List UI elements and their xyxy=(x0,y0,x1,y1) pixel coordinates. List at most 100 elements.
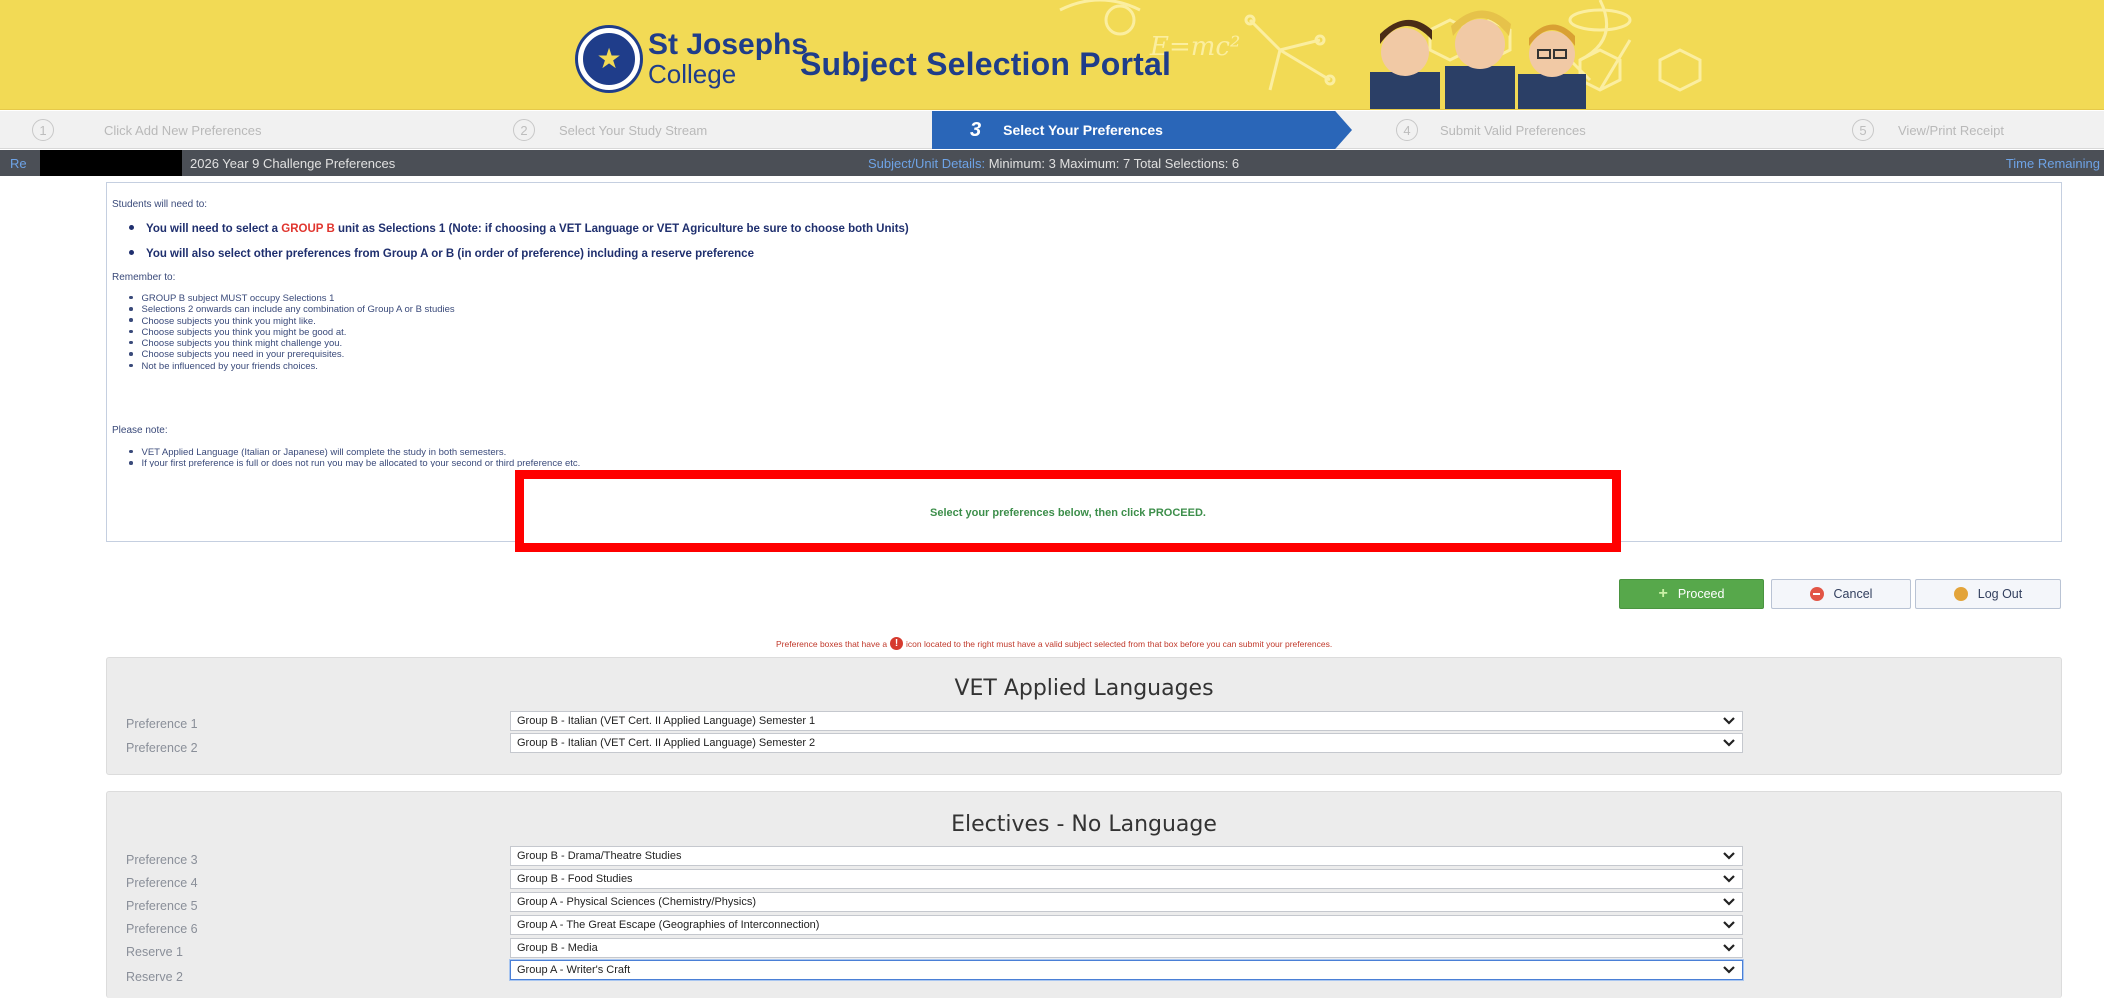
preference-label: Reserve 1 xyxy=(126,945,183,959)
warning-icon: ! xyxy=(890,637,904,650)
group-b-highlight: GROUP B xyxy=(281,223,335,235)
step-label: Select Your Study Stream xyxy=(559,122,708,138)
step-number: 3 xyxy=(970,118,982,141)
list-item: GROUP B subject MUST occupy Selections 1 xyxy=(129,293,455,304)
proceed-button[interactable]: + Proceed xyxy=(1619,579,1764,609)
panel-vet-applied-languages: VET Applied Languages Preference 1 Group… xyxy=(106,657,2062,775)
preference-3-select[interactable]: Group B - Drama/Theatre Studies xyxy=(510,846,1743,866)
reserve-1-select[interactable]: Group B - Media xyxy=(510,938,1743,958)
list-item: If your first preference is full or does… xyxy=(129,458,580,467)
preferences-title: 2026 Year 9 Challenge Preferences xyxy=(190,156,396,171)
instruction-text: You will also select other preferences f… xyxy=(146,248,754,260)
list-item: Choose subjects you need in your prerequ… xyxy=(129,349,455,360)
panel-title: Electives - No Language xyxy=(951,812,1217,837)
proceed-button-label: Proceed xyxy=(1677,587,1725,601)
chevron-down-icon xyxy=(1723,921,1735,929)
panel-title: VET Applied Languages xyxy=(954,676,1214,701)
bullet xyxy=(129,225,134,231)
list-item: Choose subjects you think you might like… xyxy=(129,316,455,327)
preference-5-select[interactable]: Group A - Physical Sciences (Chemistry/P… xyxy=(510,892,1743,912)
preference-4-select[interactable]: Group B - Food Studies xyxy=(510,869,1743,889)
instruction-other-preferences: You will also select other preferences f… xyxy=(129,248,754,260)
redaction-block xyxy=(40,150,182,176)
panel-electives-no-language: Electives - No Language Preference 3 Gro… xyxy=(106,791,2062,998)
preference-label: Preference 6 xyxy=(126,922,198,936)
college-crest-logo: ★ xyxy=(578,28,640,90)
chevron-down-icon xyxy=(1723,944,1735,952)
preference-1-select[interactable]: Group B - Italian (VET Cert. II Applied … xyxy=(510,711,1743,731)
step-label: Submit Valid Preferences xyxy=(1440,122,1586,138)
preference-label: Reserve 2 xyxy=(126,970,183,984)
details-value: Minimum: 3 Maximum: 7 Total Selections: … xyxy=(988,156,1240,171)
list-item: Choose subjects you think might challeng… xyxy=(129,338,455,349)
instruction-text: You will need to select a xyxy=(146,223,279,235)
preference-label: Preference 3 xyxy=(126,853,198,867)
log-out-button[interactable]: Log Out xyxy=(1915,579,2061,609)
info-bar-left-fragment: Re xyxy=(10,156,27,171)
selected-value: Group B - Media xyxy=(517,942,598,954)
subject-unit-details: Subject/Unit Details: Minimum: 3 Maximum… xyxy=(868,156,1239,171)
cancel-button-label: Cancel xyxy=(1833,587,1873,601)
college-name: St Josephs College xyxy=(648,28,809,89)
log-out-button-label: Log Out xyxy=(1977,587,2023,601)
chevron-down-icon xyxy=(1723,739,1735,747)
validation-note: Preference boxes that have a ! icon loca… xyxy=(776,637,1332,650)
preference-2-select[interactable]: Group B - Italian (VET Cert. II Applied … xyxy=(510,733,1743,753)
cancel-button[interactable]: Cancel xyxy=(1771,579,1911,609)
portal-title: Subject Selection Portal xyxy=(800,46,1172,82)
chevron-down-icon xyxy=(1723,852,1735,860)
step-1: 1 Click Add New Preferences xyxy=(32,111,262,149)
step-number: 5 xyxy=(1852,119,1874,141)
step-number: 4 xyxy=(1396,119,1418,141)
plus-icon: + xyxy=(1658,585,1668,602)
list-item: Selections 2 onwards can include any com… xyxy=(129,304,455,315)
preference-label: Preference 4 xyxy=(126,876,198,890)
preference-label: Preference 5 xyxy=(126,899,198,913)
chevron-down-icon xyxy=(1723,717,1735,725)
instruction-text: unit as Selections 1 (Note: if choosing … xyxy=(337,223,909,235)
college-name-line2: College xyxy=(648,59,737,89)
list-item: Not be influenced by your friends choice… xyxy=(129,361,455,372)
college-name-line1: St Josephs xyxy=(648,28,809,61)
validation-note-text: Preference boxes that have a xyxy=(776,638,888,649)
time-remaining-label: Time Remaining xyxy=(2005,156,2100,171)
validation-note-text: icon located to the right must have a va… xyxy=(906,638,1333,649)
chevron-down-icon xyxy=(1723,875,1735,883)
selected-value: Group A - Physical Sciences (Chemistry/P… xyxy=(517,896,757,908)
step-4: 4 Submit Valid Preferences xyxy=(1396,111,1586,149)
preference-6-select[interactable]: Group A - The Great Escape (Geographies … xyxy=(510,915,1743,935)
selected-value: Group B - Drama/Theatre Studies xyxy=(517,850,682,862)
step-2: 2 Select Your Study Stream xyxy=(513,111,707,149)
header-banner: E=mc² ★ St Josephs College Subject Selec… xyxy=(0,0,2104,110)
selected-value: Group A - Writer's Craft xyxy=(517,964,631,976)
selected-value: Group B - Italian (VET Cert. II Applied … xyxy=(517,737,816,749)
minus-circle-icon xyxy=(1809,587,1824,601)
students-illustration xyxy=(1370,10,1586,109)
step-number: 2 xyxy=(513,119,535,141)
remember-heading: Remember to: xyxy=(112,272,176,283)
logout-icon xyxy=(1953,587,1968,601)
list-item: VET Applied Language (Italian or Japanes… xyxy=(129,447,580,458)
star-icon: ★ xyxy=(596,43,622,74)
note-heading: Please note: xyxy=(112,425,168,436)
proceed-instruction-text: Select your preferences below, then clic… xyxy=(930,507,1206,519)
step-label: View/Print Receipt xyxy=(1898,122,2004,138)
step-label: Click Add New Preferences xyxy=(104,122,262,138)
reserve-2-select[interactable]: Group A - Writer's Craft xyxy=(510,960,1743,980)
details-label: Subject/Unit Details: xyxy=(868,156,986,171)
step-3-active: 3 Select Your Preferences xyxy=(932,111,1352,149)
info-bar: Re 2026 Year 9 Challenge Preferences Sub… xyxy=(0,150,2104,176)
remember-list: GROUP B subject MUST occupy Selections 1… xyxy=(129,293,455,372)
chevron-down-icon xyxy=(1723,898,1735,906)
selected-value: Group B - Food Studies xyxy=(517,873,633,885)
step-number: 1 xyxy=(32,119,54,141)
bullet xyxy=(129,250,134,256)
note-list: VET Applied Language (Italian or Japanes… xyxy=(129,447,580,467)
step-label: Select Your Preferences xyxy=(1003,122,1163,138)
list-item: Choose subjects you think you might be g… xyxy=(129,327,455,338)
instructions-intro: Students will need to: xyxy=(112,199,208,210)
preference-label: Preference 1 xyxy=(126,717,198,731)
chevron-down-icon xyxy=(1723,966,1735,974)
step-5: 5 View/Print Receipt xyxy=(1852,111,2004,149)
instruction-group-b: You will need to select a GROUP B unit a… xyxy=(129,223,909,235)
